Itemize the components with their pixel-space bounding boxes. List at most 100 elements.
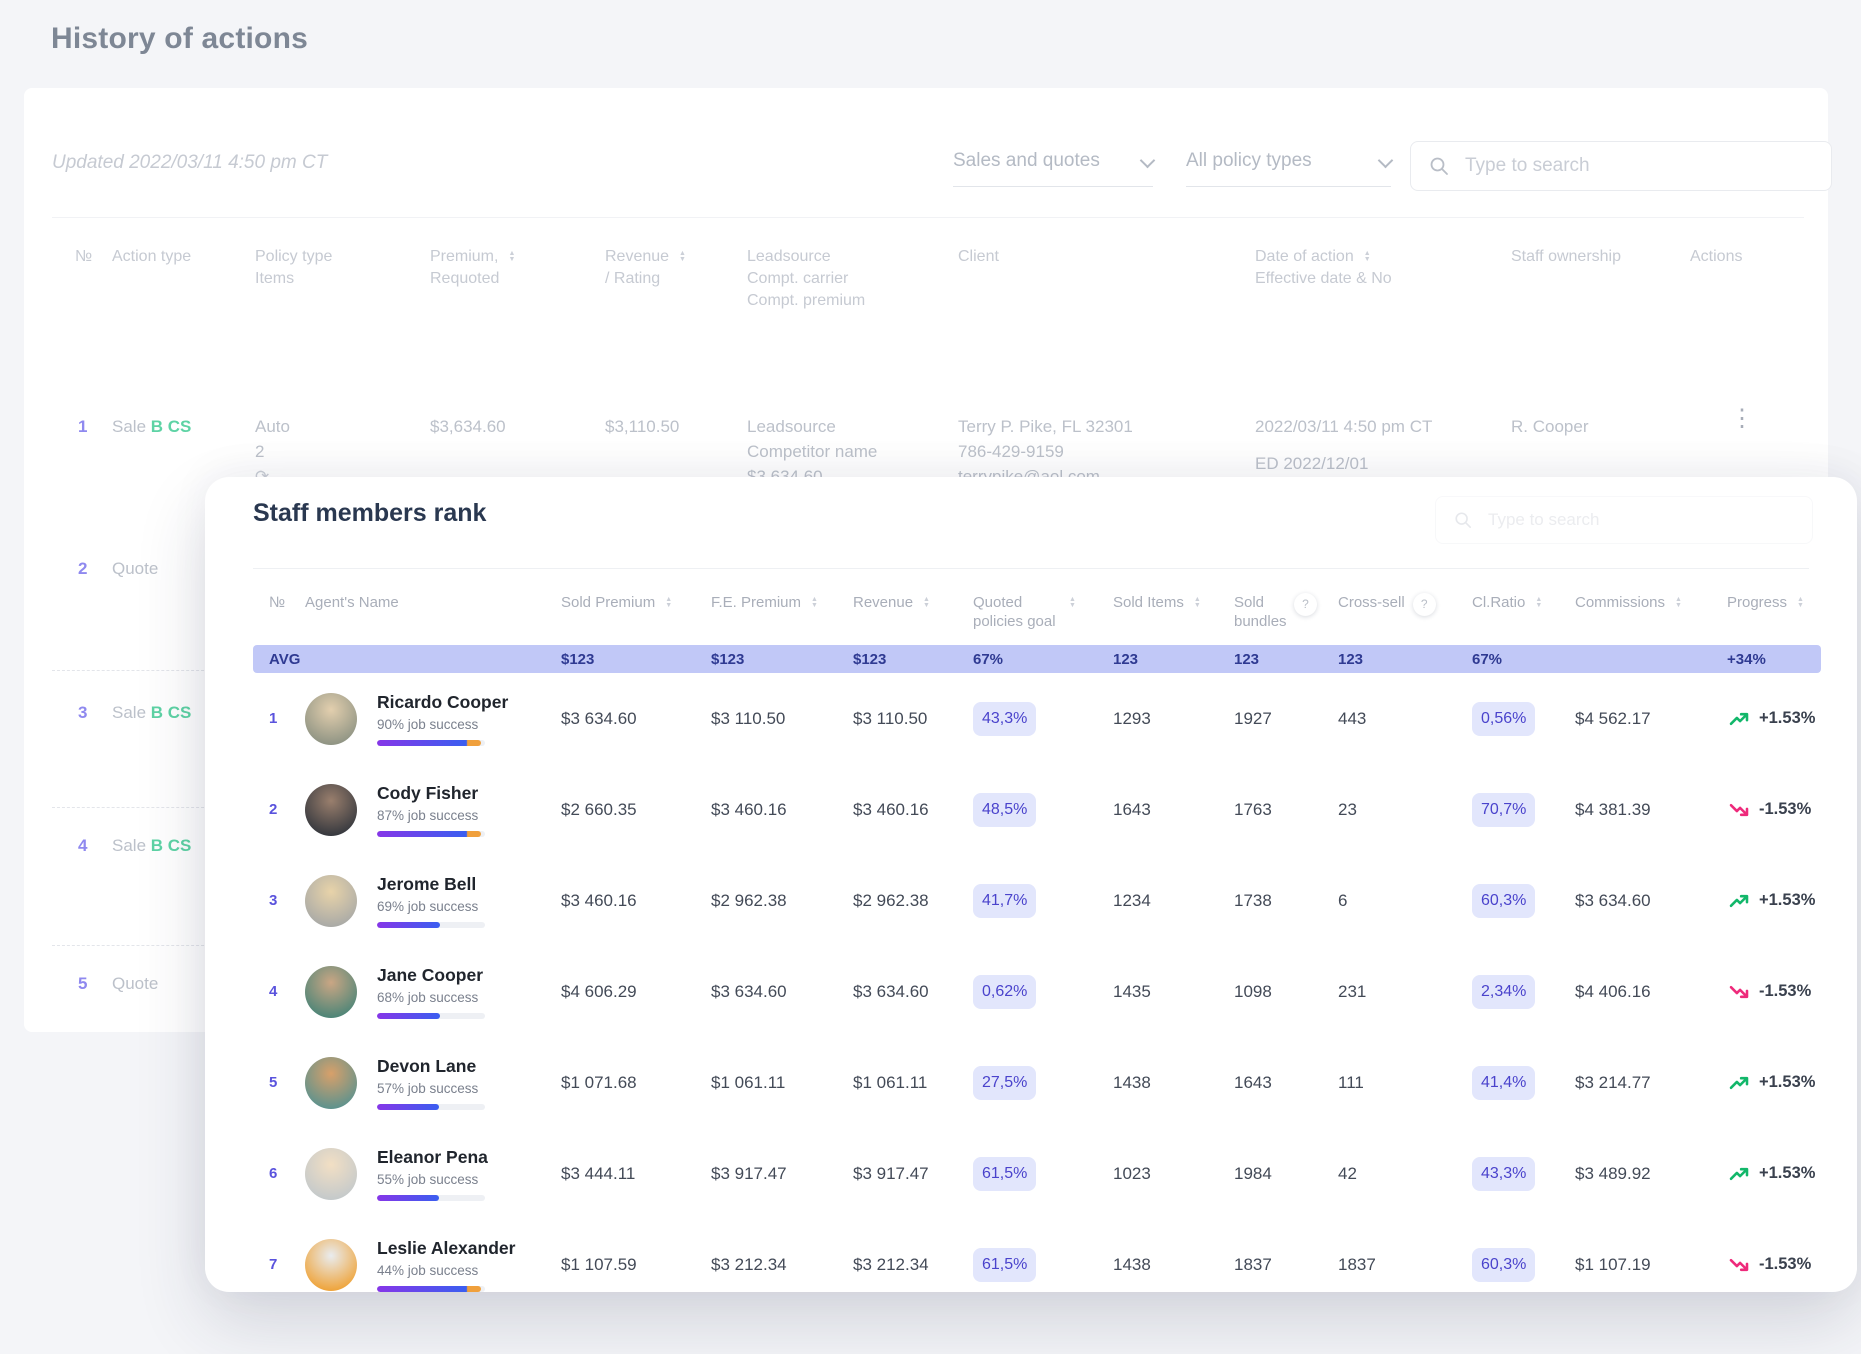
column-label: Actions [1690,246,1742,268]
sold-bundles: 1098 [1234,982,1338,1002]
sort-icon[interactable]: ▲▼ [811,597,818,609]
column-label: Compt. premium [747,290,865,312]
staff-row[interactable]: 1 Ricardo Cooper 90% job success $3 634.… [253,673,1821,764]
revenue: $3 917.47 [853,1164,973,1184]
staff-row[interactable]: 7 Leslie Alexander 44% job success $1 10… [253,1219,1821,1292]
column-label: Requoted [430,268,515,290]
staff-row[interactable]: 6 Eleanor Pena 55% job success $3 444.11… [253,1128,1821,1219]
trend-down-icon [1727,984,1751,1000]
staff-column-header[interactable]: Quoted policies goal▲▼ [973,593,1113,631]
sort-icon[interactable]: ▲▼ [923,597,930,609]
revenue: $3 110.50 [853,709,973,729]
staff-row[interactable]: 2 Cody Fisher 87% job success $2 660.35 … [253,764,1821,855]
quoted-goal-badge: 27,5% [973,1066,1036,1100]
column-label: / Rating [605,268,686,290]
column-label: Policy type [255,246,332,268]
fe-premium: $2 962.38 [711,891,853,911]
help-icon[interactable]: ? [1413,593,1436,616]
revenue: $2 962.38 [853,891,973,911]
history-column-header: Actions [1690,246,1742,268]
staff-row[interactable]: 4 Jane Cooper 68% job success $4 606.29 … [253,946,1821,1037]
row-actions-menu-icon[interactable]: ⋮ [1730,404,1754,433]
avg-sold-items: 123 [1113,651,1234,668]
staff-table-body: 1 Ricardo Cooper 90% job success $3 634.… [253,673,1821,1292]
column-label-text: Client [958,248,999,265]
help-icon[interactable]: ? [1294,593,1317,616]
job-success-label: 69% job success [377,899,561,914]
history-search-input[interactable] [1463,154,1813,178]
trend-up-icon [1727,711,1751,727]
sort-icon[interactable]: ▲▼ [508,251,515,263]
quoted-goal-badge: 61,5% [973,1248,1036,1282]
sort-down-glyph: ▼ [508,257,515,263]
sort-down-glyph: ▼ [811,603,818,609]
sort-icon[interactable]: ▲▼ [1194,597,1201,609]
column-label: Cross-sell [1338,593,1405,612]
avg-sold-bundles: 123 [1234,651,1338,668]
app-canvas: History of actions Updated 2022/03/11 4:… [0,0,1861,1354]
staff-column-header[interactable]: Commissions▲▼ [1575,593,1727,631]
progress-value: +1.53% [1759,1164,1815,1183]
sort-icon[interactable]: ▲▼ [1535,597,1542,609]
history-column-header: Leadsource Compt. carrier Compt. premium [747,246,865,312]
column-label-text: Date of action [1255,248,1354,265]
cl-ratio-badge: 2,34% [1472,975,1535,1009]
column-label: Progress [1727,593,1787,612]
column-label-text: Leadsource [747,248,831,265]
staff-column-header[interactable]: Sold Premium▲▼ [561,593,711,631]
quoted-goal-badge: 41,7% [973,884,1036,918]
sort-icon[interactable]: ▲▼ [1069,597,1076,609]
column-label: Client [958,246,999,268]
column-label-text: № [75,248,92,265]
sort-icon[interactable]: ▲▼ [1364,251,1371,263]
rank-number: 6 [269,1165,305,1182]
rank-number: 7 [269,1256,305,1273]
bundle-cross-sell-badge: B CS [151,703,192,722]
sort-icon[interactable]: ▲▼ [679,251,686,263]
sold-items: 1438 [1113,1255,1234,1275]
action-label: Sale [112,836,146,855]
staff-column-header[interactable]: Progress ▲▼ [1727,593,1821,631]
sort-down-glyph: ▼ [1069,603,1076,609]
column-label: Sold Items [1113,593,1184,612]
history-search[interactable] [1410,141,1832,191]
trend-up-icon [1727,1166,1751,1182]
column-label-text: Effective date & No [1255,270,1392,287]
sort-down-glyph: ▼ [1675,603,1682,609]
filter-sales-and-quotes[interactable]: Sales and quotes [953,150,1153,187]
staff-column-header[interactable]: Cl.Ratio▲▼ [1472,593,1575,631]
sort-icon[interactable]: ▲▼ [665,597,672,609]
column-label: Revenue▲▼ [605,246,686,268]
row-divider [52,670,214,671]
avg-row: AVG $123 $123 $123 67% 123 123 123 67% +… [253,645,1821,673]
action-label: Quote [112,974,158,993]
job-success-label: 55% job success [377,1172,561,1187]
column-label: Date of action ▲▼ [1255,246,1392,268]
staff-column-header[interactable]: F.E. Premium▲▼ [711,593,853,631]
chevron-down-icon [1140,153,1156,169]
staff-column-header[interactable]: Revenue▲▼ [853,593,973,631]
progress-cell: +1.53% [1727,1164,1821,1183]
modal-search-input[interactable] [1486,509,1794,531]
staff-column-header[interactable]: Sold Items ▲▼ [1113,593,1234,631]
filter-policy-types[interactable]: All policy types [1186,150,1391,187]
trend-down-icon [1727,802,1751,818]
sort-down-glyph: ▼ [1535,603,1542,609]
agent-name: Jane Cooper [377,965,561,986]
rank-number: 4 [269,983,305,1000]
sort-icon[interactable]: ▲▼ [1797,597,1804,609]
column-label-text: Compt. carrier [747,270,848,287]
commissions: $1 107.19 [1575,1255,1727,1275]
agent-name: Leslie Alexander [377,1238,561,1259]
column-label-text: Action type [112,248,191,265]
avg-sold-premium: $123 [561,651,711,668]
modal-search[interactable] [1435,496,1813,544]
action-label: Sale [112,703,146,722]
staff-row[interactable]: 3 Jerome Bell 69% job success $3 460.16 … [253,855,1821,946]
staff-table-header: №Agent's NameSold Premium▲▼F.E. Premium▲… [253,593,1821,631]
quoted-goal-badge: 61,5% [973,1157,1036,1191]
sort-icon[interactable]: ▲▼ [1675,597,1682,609]
column-label: Items [255,268,332,290]
quoted-goal-badge: 0,62% [973,975,1036,1009]
staff-row[interactable]: 5 Devon Lane 57% job success $1 071.68 $… [253,1037,1821,1128]
